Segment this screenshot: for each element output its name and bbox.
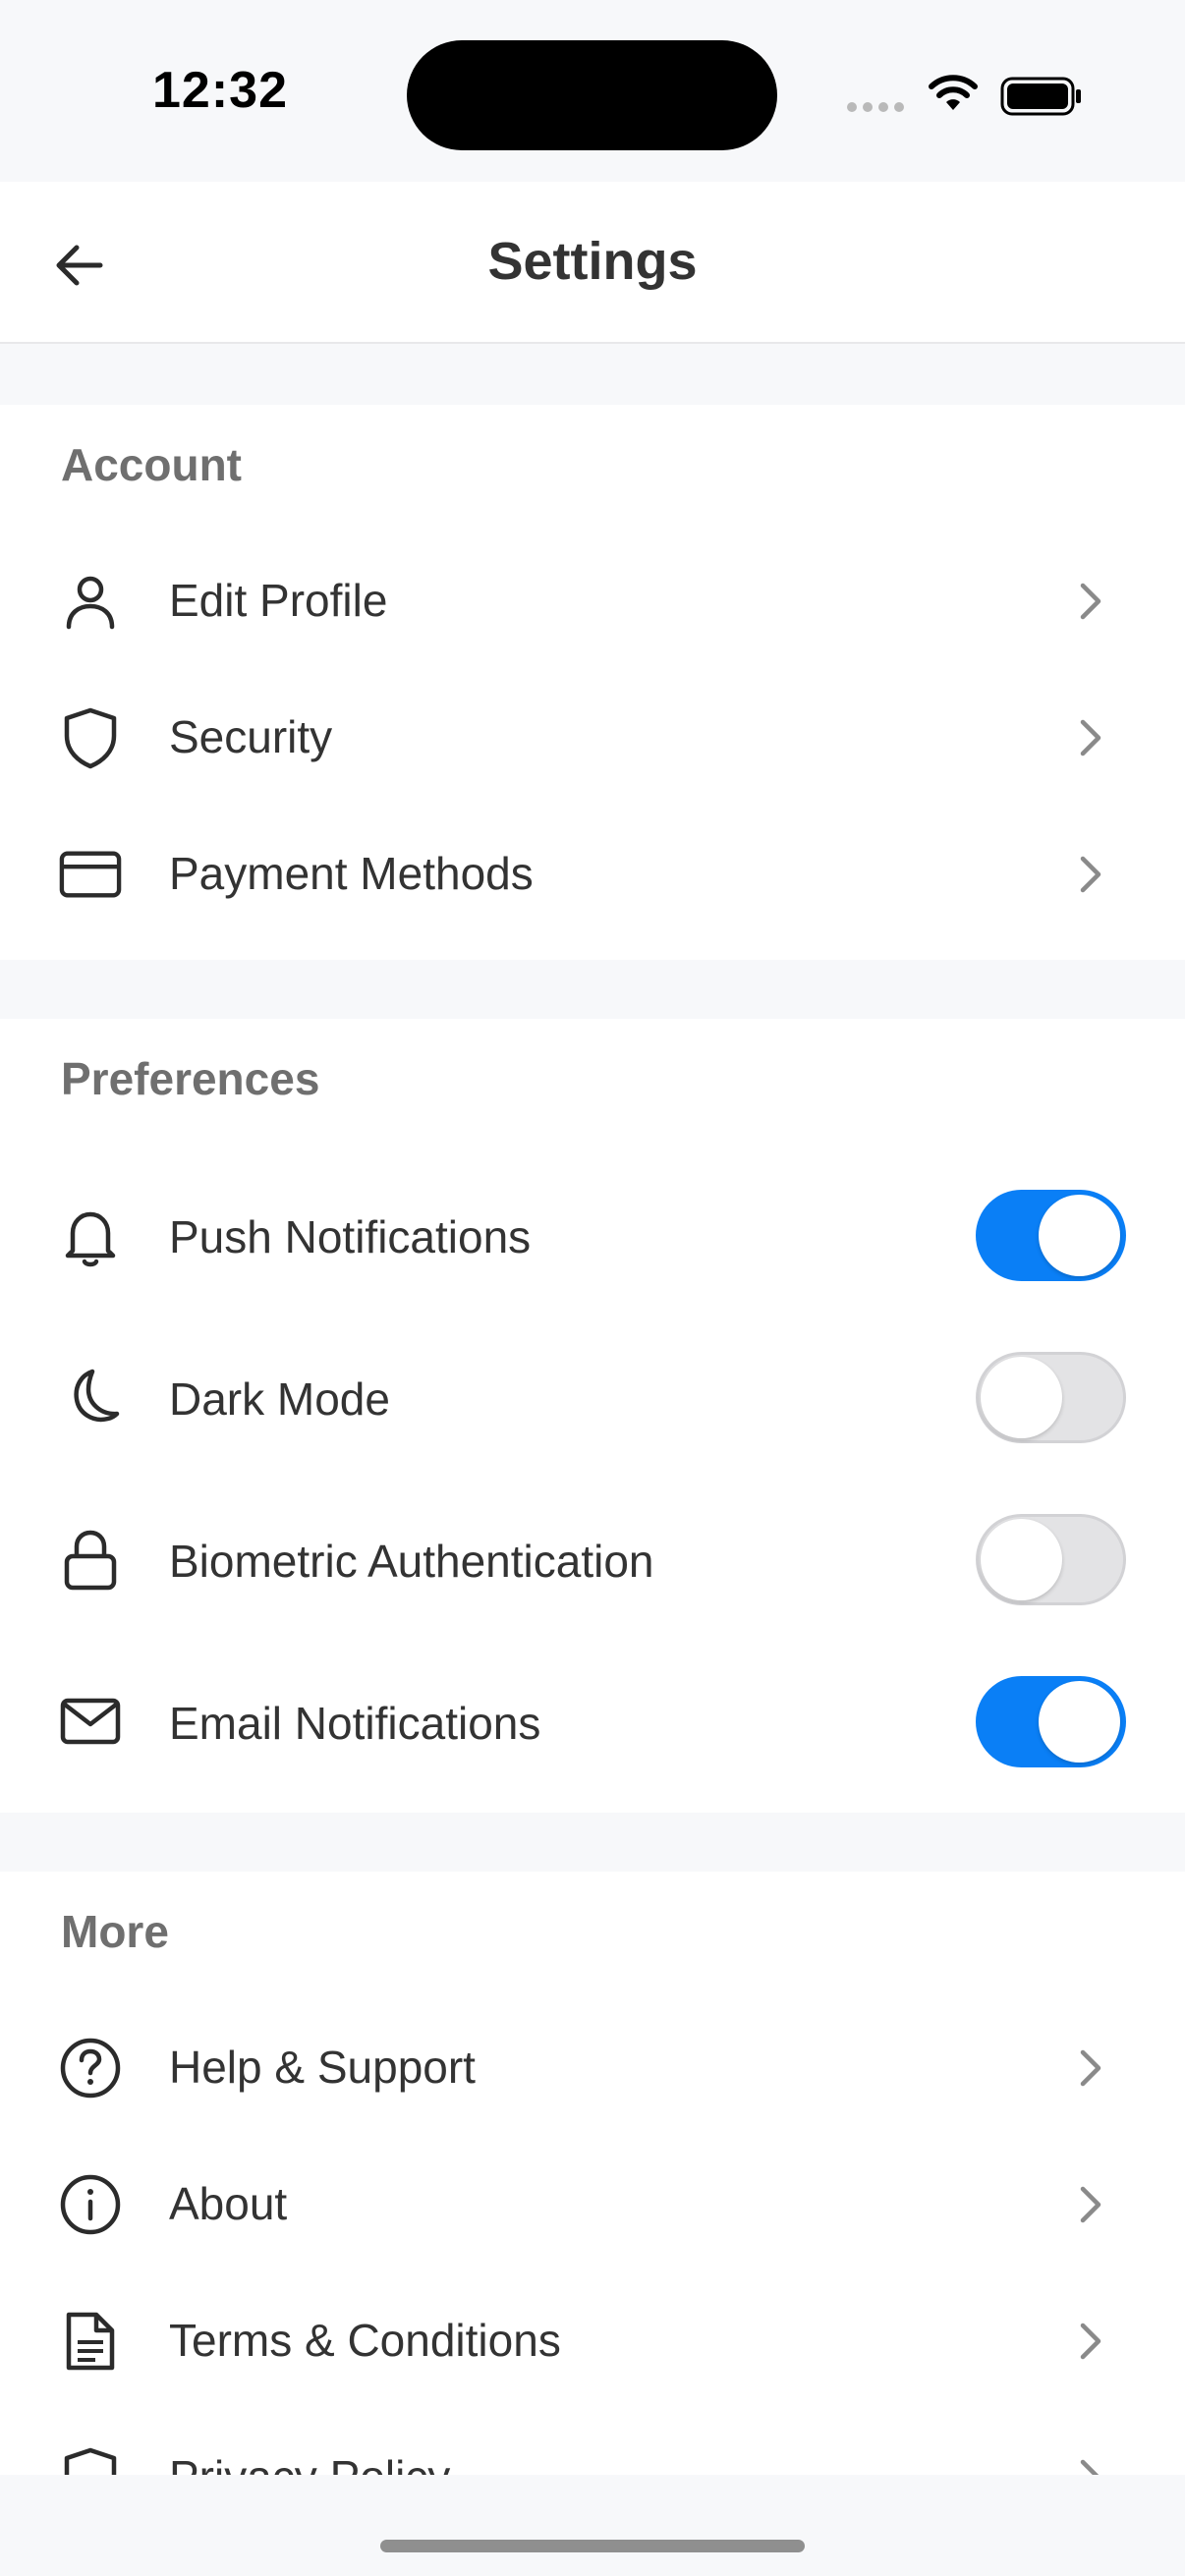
chevron-right-icon — [1073, 580, 1108, 623]
settings-item-biometric-authentication: Biometric Authentication — [0, 1481, 1185, 1638]
settings-item-email-notifications: Email Notifications — [0, 1643, 1185, 1800]
cellular-signal-icon — [847, 102, 904, 112]
lock-icon — [59, 1528, 122, 1591]
settings-item-edit-profile[interactable]: Edit Profile — [0, 542, 1185, 660]
toggle-knob — [981, 1357, 1062, 1438]
user-icon — [59, 570, 122, 633]
page-title: Settings — [487, 232, 698, 291]
status-bar: 12:32 — [0, 0, 1185, 182]
settings-item-privacy-policy[interactable]: Privacy Policy — [0, 2419, 1185, 2475]
shield-icon — [59, 706, 122, 769]
bell-icon — [59, 1205, 122, 1268]
section-title-preferences: Preferences — [61, 1053, 320, 1104]
chevron-right-icon — [1073, 853, 1108, 896]
chevron-right-icon — [1073, 2183, 1108, 2226]
dynamic-island — [407, 40, 777, 150]
chevron-right-icon — [1073, 716, 1108, 759]
account-section: Account Edit Profile Security Payment Me… — [0, 405, 1185, 960]
section-title-more: More — [61, 1906, 169, 1957]
settings-item-security[interactable]: Security — [0, 679, 1185, 797]
shield-icon — [59, 2446, 122, 2475]
document-icon — [59, 2310, 122, 2373]
settings-item-payment-methods[interactable]: Payment Methods — [0, 815, 1185, 933]
chevron-right-icon — [1073, 2046, 1108, 2090]
help-circle-icon — [59, 2037, 122, 2100]
settings-item-label: Payment Methods — [169, 848, 534, 899]
info-icon — [59, 2173, 122, 2236]
settings-item-help-support[interactable]: Help & Support — [0, 2009, 1185, 2127]
settings-item-push-notifications: Push Notifications — [0, 1156, 1185, 1314]
chevron-right-icon — [1073, 2456, 1108, 2475]
nav-header: Settings — [0, 182, 1185, 344]
toggle-knob — [1039, 1681, 1120, 1763]
email-notifications-toggle[interactable] — [976, 1676, 1126, 1767]
home-indicator-area — [0, 2475, 1185, 2576]
home-indicator[interactable] — [380, 2540, 805, 2552]
moon-icon — [59, 1366, 122, 1428]
toggle-knob — [981, 1519, 1062, 1600]
settings-item-label: Email Notifications — [169, 1698, 541, 1749]
toggle-knob — [1039, 1195, 1120, 1276]
more-section: More Help & Support About Terms & Condit… — [0, 1872, 1185, 2475]
settings-item-label: Security — [169, 711, 333, 762]
battery-icon — [1000, 77, 1083, 116]
status-time: 12:32 — [152, 62, 288, 119]
settings-item-label: Edit Profile — [169, 575, 388, 626]
push-notifications-toggle[interactable] — [976, 1190, 1126, 1281]
settings-item-dark-mode: Dark Mode — [0, 1318, 1185, 1476]
settings-item-label: Terms & Conditions — [169, 2315, 561, 2366]
settings-item-label: Dark Mode — [169, 1373, 390, 1425]
preferences-section: Preferences Push Notifications Dark Mode — [0, 1019, 1185, 1813]
biometric-authentication-toggle[interactable] — [976, 1514, 1126, 1605]
settings-item-label: Privacy Policy — [169, 2450, 450, 2475]
settings-item-terms-conditions[interactable]: Terms & Conditions — [0, 2282, 1185, 2400]
section-title-account: Account — [61, 439, 242, 490]
settings-item-label: Help & Support — [169, 2042, 476, 2093]
credit-card-icon — [59, 843, 122, 906]
settings-item-about[interactable]: About — [0, 2146, 1185, 2264]
wifi-icon — [928, 73, 979, 112]
chevron-right-icon — [1073, 2320, 1108, 2363]
settings-item-label: Push Notifications — [169, 1211, 532, 1262]
dark-mode-toggle[interactable] — [976, 1352, 1126, 1443]
mail-icon — [59, 1690, 122, 1753]
settings-item-label: Biometric Authentication — [169, 1536, 654, 1587]
settings-item-label: About — [169, 2178, 288, 2229]
